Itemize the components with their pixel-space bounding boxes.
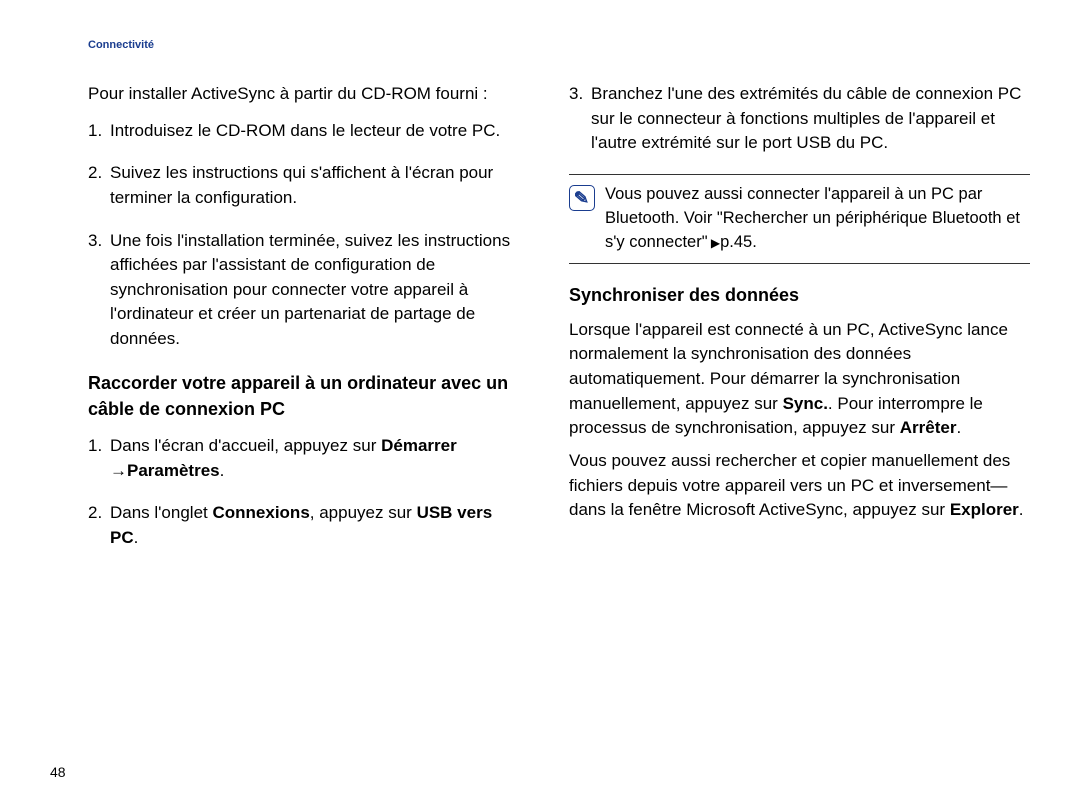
bold-text: Explorer (950, 500, 1019, 519)
note-icon: ✎ (569, 185, 595, 211)
right-column: Branchez l'une des extrémités du câble d… (569, 82, 1030, 569)
bold-text: Arrêter (900, 418, 957, 437)
intro-text: Pour installer ActiveSync à partir du CD… (88, 82, 511, 107)
list-item: Suivez les instructions qui s'affichent … (88, 161, 511, 210)
arrow-icon (110, 461, 127, 480)
list-item: Branchez l'une des extrémités du câble d… (569, 82, 1030, 156)
subheading-connect-cable: Raccorder votre appareil à un ordinateur… (88, 370, 511, 422)
note-text: Vous pouvez aussi connecter l'appareil à… (605, 183, 1030, 255)
bold-text: Démarrer (381, 436, 457, 455)
connect-steps-continued: Branchez l'une des extrémités du câble d… (569, 82, 1030, 156)
sync-paragraph-2: Vous pouvez aussi rechercher et copier m… (569, 449, 1030, 523)
two-column-layout: Pour installer ActiveSync à partir du CD… (50, 82, 1030, 569)
bold-text: Sync. (783, 394, 828, 413)
bold-text: Paramètres (127, 461, 220, 480)
triangle-icon (708, 233, 721, 251)
step-text: Dans l'écran d'accueil, appuyez sur (110, 436, 381, 455)
install-steps-list: Introduisez le CD-ROM dans le lecteur de… (88, 119, 511, 352)
page-number: 48 (50, 762, 66, 782)
connect-steps-list: Dans l'écran d'accueil, appuyez sur Déma… (88, 434, 511, 551)
para-text: . (956, 418, 961, 437)
left-column: Pour installer ActiveSync à partir du CD… (50, 82, 511, 569)
para-text: . (1019, 500, 1024, 519)
step-text: Dans l'onglet (110, 503, 212, 522)
note-page-ref: p.45. (720, 233, 757, 251)
note-box: ✎ Vous pouvez aussi connecter l'appareil… (569, 174, 1030, 264)
subheading-sync-data: Synchroniser des données (569, 282, 1030, 308)
step-text: , appuyez sur (310, 503, 417, 522)
para-text: Vous pouvez aussi rechercher et copier m… (569, 451, 1010, 519)
step-text: . (134, 528, 139, 547)
list-item: Dans l'écran d'accueil, appuyez sur Déma… (88, 434, 511, 483)
pencil-icon: ✎ (574, 184, 591, 211)
list-item: Introduisez le CD-ROM dans le lecteur de… (88, 119, 511, 144)
list-item: Une fois l'installation terminée, suivez… (88, 229, 511, 352)
step-text: . (220, 461, 225, 480)
list-item: Dans l'onglet Connexions, appuyez sur US… (88, 501, 511, 550)
bold-text: Connexions (212, 503, 309, 522)
note-content: Vous pouvez aussi connecter l'appareil à… (605, 185, 1020, 251)
sync-paragraph-1: Lorsque l'appareil est connecté à un PC,… (569, 318, 1030, 441)
header-section-label: Connectivité (88, 38, 1030, 54)
